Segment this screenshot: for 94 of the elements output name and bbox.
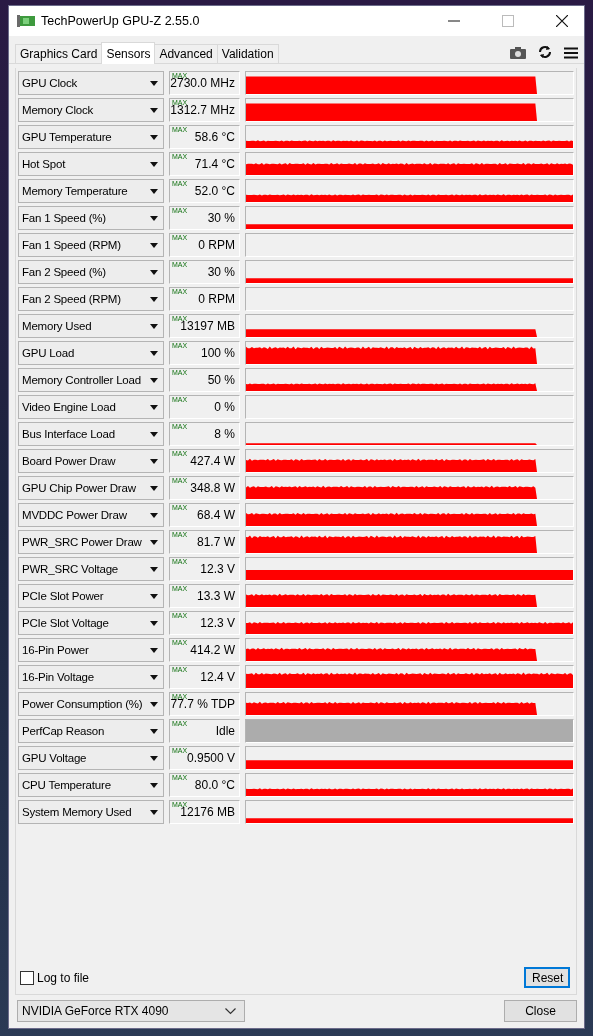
sensor-dropdown[interactable]: System Memory Used: [18, 800, 164, 824]
sensor-value: 100 %: [200, 346, 235, 360]
sensor-value: 81.7 W: [197, 535, 235, 549]
sensor-dropdown[interactable]: Memory Temperature: [18, 179, 164, 203]
caret-icon: [150, 404, 158, 410]
caret-icon: [150, 80, 158, 86]
sensor-dropdown[interactable]: Memory Clock: [18, 98, 164, 122]
caret-icon: [150, 107, 158, 113]
sensor-value: 0 RPM: [198, 292, 235, 306]
graphics-card-icon: [17, 14, 35, 28]
caret-icon: [150, 539, 158, 545]
checkbox[interactable]: [20, 970, 34, 985]
sensor-dropdown[interactable]: GPU Clock: [18, 71, 164, 95]
sensor-dropdown[interactable]: GPU Chip Power Draw: [18, 476, 164, 500]
sensor-dropdown[interactable]: Video Engine Load: [18, 395, 164, 419]
sensor-dropdown[interactable]: 16-Pin Voltage: [18, 665, 164, 689]
sensor-value: 80.0 °C: [194, 778, 235, 792]
sensor-value: 0.9500 V: [186, 751, 235, 765]
sensor-dropdown[interactable]: Fan 2 Speed (%): [18, 260, 164, 284]
caret-icon: [150, 620, 158, 626]
caret-icon: [150, 242, 158, 248]
tab[interactable]: Sensors: [101, 42, 156, 64]
caret-icon: [150, 296, 158, 302]
caret-icon: [150, 458, 158, 464]
menu-icon[interactable]: [564, 47, 578, 59]
caret-icon: [150, 809, 158, 815]
caret-icon: [150, 188, 158, 194]
sensor-dropdown[interactable]: GPU Voltage: [18, 746, 164, 770]
sensor-value: 50 %: [207, 373, 235, 387]
caret-icon: [150, 323, 158, 329]
sensor-dropdown[interactable]: Power Consumption (%): [18, 692, 164, 716]
sensor-value: 414.2 W: [190, 643, 235, 657]
sensor-value: 58.6 °C: [194, 130, 235, 144]
caret-icon: [150, 674, 158, 680]
sensor-dropdown[interactable]: PerfCap Reason: [18, 719, 164, 743]
log-to-file-checkbox[interactable]: Log to file: [20, 970, 90, 985]
caret-icon: [150, 755, 158, 761]
sensor-value: 13.3 W: [197, 589, 235, 603]
caret-icon: [150, 134, 158, 140]
sensor-value: 348.8 W: [190, 481, 235, 495]
sensor-dropdown[interactable]: GPU Load: [18, 341, 164, 365]
chevron-icon: [225, 1007, 236, 1015]
sensor-value: 30 %: [207, 265, 235, 279]
sensor-dropdown[interactable]: MVDDC Power Draw: [18, 503, 164, 527]
caret-icon: [150, 161, 158, 167]
caret-icon: [150, 566, 158, 572]
sensor-dropdown[interactable]: Board Power Draw: [18, 449, 164, 473]
sensor-value: 0 RPM: [198, 238, 235, 252]
sensor-dropdown[interactable]: GPU Temperature: [18, 125, 164, 149]
sensor-dropdown[interactable]: PCIe Slot Power: [18, 584, 164, 608]
gpu-select[interactable]: NVIDIA GeForce RTX 4090: [17, 1000, 245, 1022]
caret-icon: [150, 782, 158, 788]
caret-icon: [150, 647, 158, 653]
tab[interactable]: Graphics Card: [15, 44, 103, 63]
caret-icon: [150, 728, 158, 734]
sensor-dropdown[interactable]: 16-Pin Power: [18, 638, 164, 662]
close-icon[interactable]: [556, 15, 568, 27]
sensor-value: 8 %: [214, 427, 235, 441]
caret-icon: [150, 269, 158, 275]
window-title: TechPowerUp GPU-Z 2.55.0: [41, 14, 200, 28]
camera-icon[interactable]: [510, 47, 526, 59]
reset-button[interactable]: Reset: [524, 967, 570, 988]
sensor-dropdown[interactable]: Fan 1 Speed (RPM): [18, 233, 164, 257]
sensor-value: 52.0 °C: [194, 184, 235, 198]
tab[interactable]: Validation: [216, 44, 279, 63]
sensor-dropdown[interactable]: PWR_SRC Voltage: [18, 557, 164, 581]
refresh-icon[interactable]: [538, 45, 552, 59]
sensor-value: 427.4 W: [190, 454, 235, 468]
caret-icon: [150, 377, 158, 383]
sensor-dropdown[interactable]: Memory Controller Load: [18, 368, 164, 392]
sensor-dropdown[interactable]: Memory Used: [18, 314, 164, 338]
caret-icon: [150, 431, 158, 437]
sensor-value: 30 %: [207, 211, 235, 225]
sensor-dropdown[interactable]: Bus Interface Load: [18, 422, 164, 446]
caret-icon: [150, 593, 158, 599]
sensor-value: 71.4 °C: [194, 157, 235, 171]
sensor-dropdown[interactable]: CPU Temperature: [18, 773, 164, 797]
sensor-value: 12.3 V: [200, 616, 235, 630]
caret-icon: [150, 350, 158, 356]
sensor-dropdown[interactable]: PCIe Slot Voltage: [18, 611, 164, 635]
caret-icon: [150, 701, 158, 707]
close-button[interactable]: Close: [504, 1000, 577, 1022]
caret-icon: [150, 215, 158, 221]
sensor-value: Idle: [215, 724, 235, 738]
sensor-value: 12.4 V: [200, 670, 235, 684]
caret-icon: [150, 512, 158, 518]
sensor-value: 12.3 V: [200, 562, 235, 576]
sensor-dropdown[interactable]: Hot Spot: [18, 152, 164, 176]
sensor-dropdown[interactable]: PWR_SRC Power Draw: [18, 530, 164, 554]
sensor-dropdown[interactable]: Fan 1 Speed (%): [18, 206, 164, 230]
sensor-value: 68.4 W: [197, 508, 235, 522]
sensor-value: 0 %: [214, 400, 235, 414]
caret-icon: [150, 485, 158, 491]
sensor-dropdown[interactable]: Fan 2 Speed (RPM): [18, 287, 164, 311]
